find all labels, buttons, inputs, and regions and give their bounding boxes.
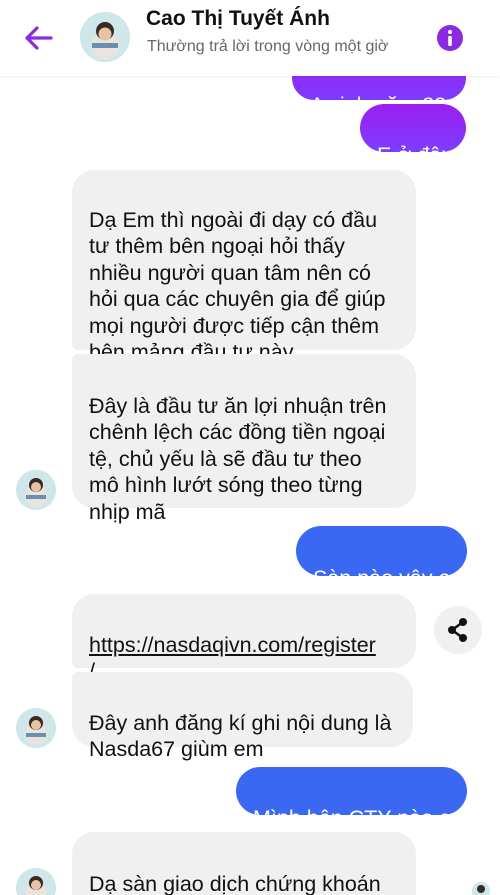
message-text: Dạ Em thì ngoài đi dạy có đầu tư thêm bê… — [89, 207, 386, 365]
share-icon — [448, 618, 467, 642]
avatar-image — [16, 868, 56, 895]
incoming-message[interactable]: Đây anh đăng kí ghi nội dung là Nasda67 … — [72, 672, 413, 761]
info-button[interactable] — [436, 24, 464, 52]
header-avatar[interactable] — [80, 12, 130, 62]
contact-avatar[interactable] — [16, 708, 56, 748]
message-text: Dạ sàn giao dịch chứng khoán Hồ Chí Minh… — [89, 871, 381, 895]
back-button[interactable] — [22, 22, 54, 54]
message-text: E ở đâu — [377, 142, 454, 167]
share-button[interactable] — [434, 606, 482, 654]
incoming-message[interactable]: Dạ sàn giao dịch chứng khoán Hồ Chí Minh… — [72, 832, 416, 895]
incoming-message[interactable]: Dạ Em thì ngoài đi dạy có đầu tư thêm bê… — [72, 170, 416, 364]
avatar-image — [16, 708, 56, 748]
avatar-image — [80, 12, 130, 62]
outgoing-message[interactable]: Mình bên CTY nào e — [236, 767, 467, 830]
message-text: Sàn nào vậy e — [313, 565, 451, 590]
contact-name[interactable]: Cao Thị Tuyết Ánh — [146, 7, 330, 31]
seen-indicator-avatar — [472, 882, 490, 895]
contact-avatar[interactable] — [16, 868, 56, 895]
outgoing-message[interactable]: E ở đâu — [360, 104, 466, 167]
info-icon — [437, 25, 463, 51]
messenger-chat-screen: A sinh năm 83 E ở đâu Dạ Em thì ngoài đi… — [0, 0, 500, 895]
message-text: Đây là đầu tư ăn lợi nhuận trên chênh lệ… — [89, 393, 387, 524]
outgoing-message[interactable]: Sàn nào vậy e — [296, 526, 467, 590]
avatar-image — [16, 470, 56, 510]
incoming-link-message[interactable]: https://nasdaqivn.com/register / — [72, 594, 416, 683]
message-text: Đây anh đăng kí ghi nội dung là Nasda67 … — [89, 710, 392, 762]
incoming-message[interactable]: Đây là đầu tư ăn lợi nhuận trên chênh lệ… — [72, 354, 416, 524]
chat-header: Cao Thị Tuyết Ánh Thường trả lời trong v… — [0, 0, 500, 76]
message-text: Mình bên CTY nào e — [253, 805, 452, 830]
arrow-left-icon — [25, 26, 53, 50]
contact-status: Thường trả lời trong vòng một giờ — [147, 38, 389, 55]
seen-avatar-image — [472, 882, 490, 895]
contact-avatar[interactable] — [16, 470, 56, 510]
